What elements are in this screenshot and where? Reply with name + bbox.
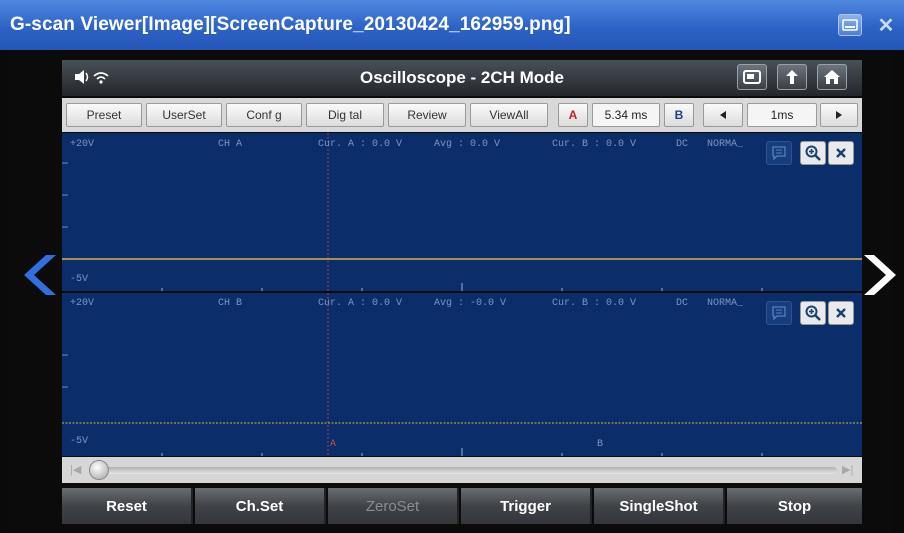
timebase-increase-button[interactable] bbox=[820, 103, 858, 127]
toolbar: Preset UserSet Conf g Dig tal Review Vie… bbox=[62, 98, 862, 132]
cursor-a-marker[interactable]: A bbox=[330, 439, 336, 450]
home-button[interactable] bbox=[817, 64, 847, 90]
singleshot-button[interactable]: SingleShot bbox=[594, 488, 725, 524]
annotation-button[interactable] bbox=[766, 141, 792, 165]
home-icon bbox=[824, 70, 840, 84]
viewall-button[interactable]: ViewAll bbox=[470, 103, 548, 127]
close-button[interactable]: ✕ bbox=[872, 14, 900, 37]
comment-icon bbox=[772, 146, 786, 160]
y-min-label: -5V bbox=[70, 274, 89, 285]
close-icon bbox=[836, 308, 846, 318]
average-reading: Avg : -0.0 V bbox=[434, 298, 507, 309]
zoom-button[interactable] bbox=[800, 301, 826, 325]
function-bar: Reset Ch.Set ZeroSet Trigger SingleShot … bbox=[62, 488, 862, 524]
close-channel-button[interactable] bbox=[828, 301, 854, 325]
window-title-bar: G-scan Viewer[Image][ScreenCapture_20130… bbox=[0, 0, 904, 50]
close-icon bbox=[836, 148, 846, 158]
scroll-thumb[interactable] bbox=[89, 460, 109, 480]
time-scrollbar[interactable]: |◀ ▶| bbox=[62, 457, 862, 483]
app-header: Oscilloscope - 2CH Mode bbox=[62, 60, 862, 96]
cursor-delta-value: 5.34 ms bbox=[592, 103, 660, 127]
coupling-label: DC bbox=[676, 298, 689, 309]
y-max-label: +20V bbox=[70, 298, 95, 309]
zoom-button[interactable] bbox=[800, 141, 826, 165]
zoom-in-icon bbox=[805, 305, 821, 321]
timebase-value: 1ms bbox=[747, 103, 817, 127]
zeroset-button[interactable]: ZeroSet bbox=[328, 488, 459, 524]
back-icon bbox=[786, 70, 798, 84]
cursor-b-button[interactable]: B bbox=[664, 103, 694, 127]
timebase-decrease-button[interactable] bbox=[703, 103, 743, 127]
annotation-button[interactable] bbox=[766, 301, 792, 325]
reset-button[interactable]: Reset bbox=[62, 488, 193, 524]
cursor-b-reading: Cur. B : 0.0 V bbox=[552, 139, 637, 150]
trigger-button[interactable]: Trigger bbox=[461, 488, 592, 524]
close-icon: ✕ bbox=[877, 14, 895, 37]
scroll-track[interactable] bbox=[92, 467, 837, 474]
stop-button[interactable]: Stop bbox=[727, 488, 862, 524]
review-button[interactable]: Review bbox=[388, 103, 466, 127]
scope-grid-a bbox=[62, 133, 862, 291]
trigger-mode-label: NORMA_ bbox=[707, 139, 744, 150]
close-channel-button[interactable] bbox=[828, 141, 854, 165]
channel-a-panel[interactable]: +20V CH A Cur. A : 0.0 V Avg : 0.0 V Cur… bbox=[62, 133, 862, 291]
preset-button[interactable]: Preset bbox=[66, 103, 142, 127]
config-button[interactable]: Conf g bbox=[226, 103, 302, 127]
coupling-label: DC bbox=[676, 139, 689, 150]
userset-button[interactable]: UserSet bbox=[146, 103, 222, 127]
channel-b-panel[interactable]: +20V CH B Cur. A : 0.0 V Avg : -0.0 V Cu… bbox=[62, 293, 862, 456]
cursor-a-reading: Cur. A : 0.0 V bbox=[318, 139, 403, 150]
cursor-b-marker[interactable]: B bbox=[597, 439, 603, 450]
scope-grid-b bbox=[62, 293, 862, 456]
average-reading: Avg : 0.0 V bbox=[434, 139, 501, 150]
back-button[interactable] bbox=[777, 64, 807, 90]
channel-name: CH B bbox=[218, 298, 243, 309]
trigger-mode-label: NORMA_ bbox=[707, 298, 744, 309]
y-max-label: +20V bbox=[70, 139, 95, 150]
channel-settings-button[interactable]: Ch.Set bbox=[195, 488, 326, 524]
digital-button[interactable]: Dig tal bbox=[306, 103, 384, 127]
scroll-end-icon[interactable]: ▶| bbox=[842, 463, 853, 476]
screen-capture-button[interactable] bbox=[737, 64, 767, 90]
y-min-label: -5V bbox=[70, 436, 89, 447]
scroll-start-icon[interactable]: |◀ bbox=[70, 463, 81, 476]
previous-arrow-icon[interactable] bbox=[18, 253, 58, 297]
minimize-button[interactable] bbox=[838, 14, 862, 36]
caret-right-icon bbox=[836, 111, 842, 119]
window-minimize-icon bbox=[842, 19, 858, 31]
next-arrow-icon[interactable] bbox=[862, 253, 902, 297]
cursor-a-button[interactable]: A bbox=[558, 103, 588, 127]
window-title: G-scan Viewer[Image][ScreenCapture_20130… bbox=[10, 14, 571, 35]
zoom-in-icon bbox=[805, 145, 821, 161]
comment-icon bbox=[772, 306, 786, 320]
screen-capture-icon bbox=[743, 70, 761, 84]
channel-name: CH A bbox=[218, 139, 243, 150]
cursor-a-reading: Cur. A : 0.0 V bbox=[318, 298, 403, 309]
cursor-b-reading: Cur. B : 0.0 V bbox=[552, 298, 637, 309]
caret-left-icon bbox=[720, 111, 726, 119]
